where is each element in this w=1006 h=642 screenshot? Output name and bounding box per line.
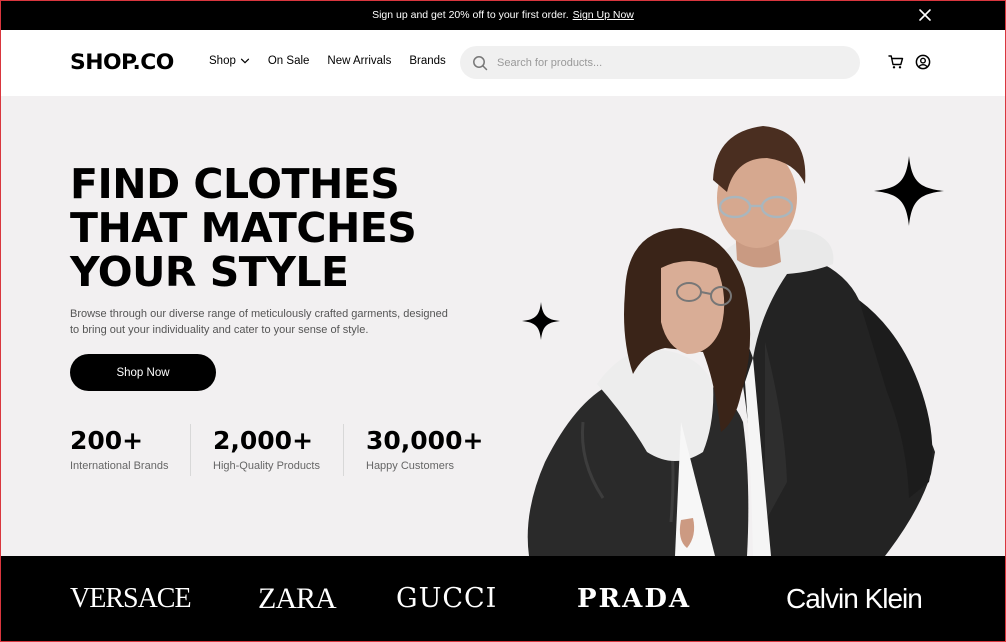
close-icon[interactable] bbox=[918, 8, 932, 22]
account-icon[interactable] bbox=[915, 54, 931, 70]
chevron-down-icon bbox=[240, 58, 249, 64]
stat-label: Happy Customers bbox=[366, 460, 455, 472]
stat-brands: 200+ International Brands bbox=[70, 426, 168, 472]
stat-label: International Brands bbox=[70, 460, 169, 472]
sparkle-icon bbox=[522, 302, 560, 340]
cart-icon[interactable] bbox=[888, 54, 904, 70]
stat-value: 200+ bbox=[70, 426, 144, 455]
brand-prada[interactable]: PRADA bbox=[577, 582, 691, 616]
stat-label: High-Quality Products bbox=[213, 460, 320, 472]
search-bar[interactable] bbox=[460, 46, 860, 79]
nav-shop-label: Shop bbox=[209, 55, 236, 67]
shop-now-button[interactable]: Shop Now bbox=[70, 354, 216, 391]
hero-title-line: FIND CLOTHES bbox=[70, 160, 400, 208]
main-nav: Shop On Sale New Arrivals Brands bbox=[209, 55, 446, 67]
hero-description: Browse through our diverse range of meti… bbox=[70, 308, 448, 336]
logo[interactable]: SHOP.CO bbox=[70, 50, 174, 74]
stat-customers: 30,000+ Happy Customers bbox=[366, 426, 483, 472]
stat-value: 2,000+ bbox=[213, 426, 314, 455]
brand-zara[interactable]: ZARA bbox=[258, 582, 337, 616]
promo-signup-link[interactable]: Sign Up Now bbox=[573, 9, 634, 21]
nav-shop[interactable]: Shop bbox=[209, 55, 250, 67]
nav-new-arrivals[interactable]: New Arrivals bbox=[327, 55, 391, 67]
sparkle-icon bbox=[874, 156, 944, 226]
stat-divider bbox=[343, 424, 344, 476]
promo-bar: Sign up and get 20% off to your first or… bbox=[0, 0, 1006, 30]
brand-gucci[interactable]: GUCCI bbox=[396, 582, 497, 616]
hero-section: FIND CLOTHES THAT MATCHES YOUR STYLE Bro… bbox=[0, 96, 1006, 556]
hero-title: FIND CLOTHES THAT MATCHES YOUR STYLE bbox=[70, 162, 500, 294]
nav-on-sale[interactable]: On Sale bbox=[268, 55, 310, 67]
brands-strip: VERSACE ZARA GUCCI PRADA Calvin Klein bbox=[0, 556, 1006, 642]
brand-calvin-klein[interactable]: Calvin Klein bbox=[786, 582, 923, 616]
brand-versace[interactable]: VERSACE bbox=[70, 582, 192, 616]
stat-products: 2,000+ High-Quality Products bbox=[213, 426, 320, 472]
promo-text: Sign up and get 20% off to your first or… bbox=[372, 9, 569, 21]
site-header: SHOP.CO Shop On Sale New Arrivals Brands bbox=[0, 30, 1006, 96]
nav-brands[interactable]: Brands bbox=[409, 55, 445, 67]
hero-title-line: YOUR STYLE bbox=[70, 248, 349, 296]
search-icon bbox=[473, 55, 488, 70]
hero-title-line: THAT MATCHES bbox=[70, 204, 417, 252]
stat-value: 30,000+ bbox=[366, 426, 484, 455]
search-input[interactable] bbox=[497, 56, 837, 69]
stat-divider bbox=[190, 424, 191, 476]
